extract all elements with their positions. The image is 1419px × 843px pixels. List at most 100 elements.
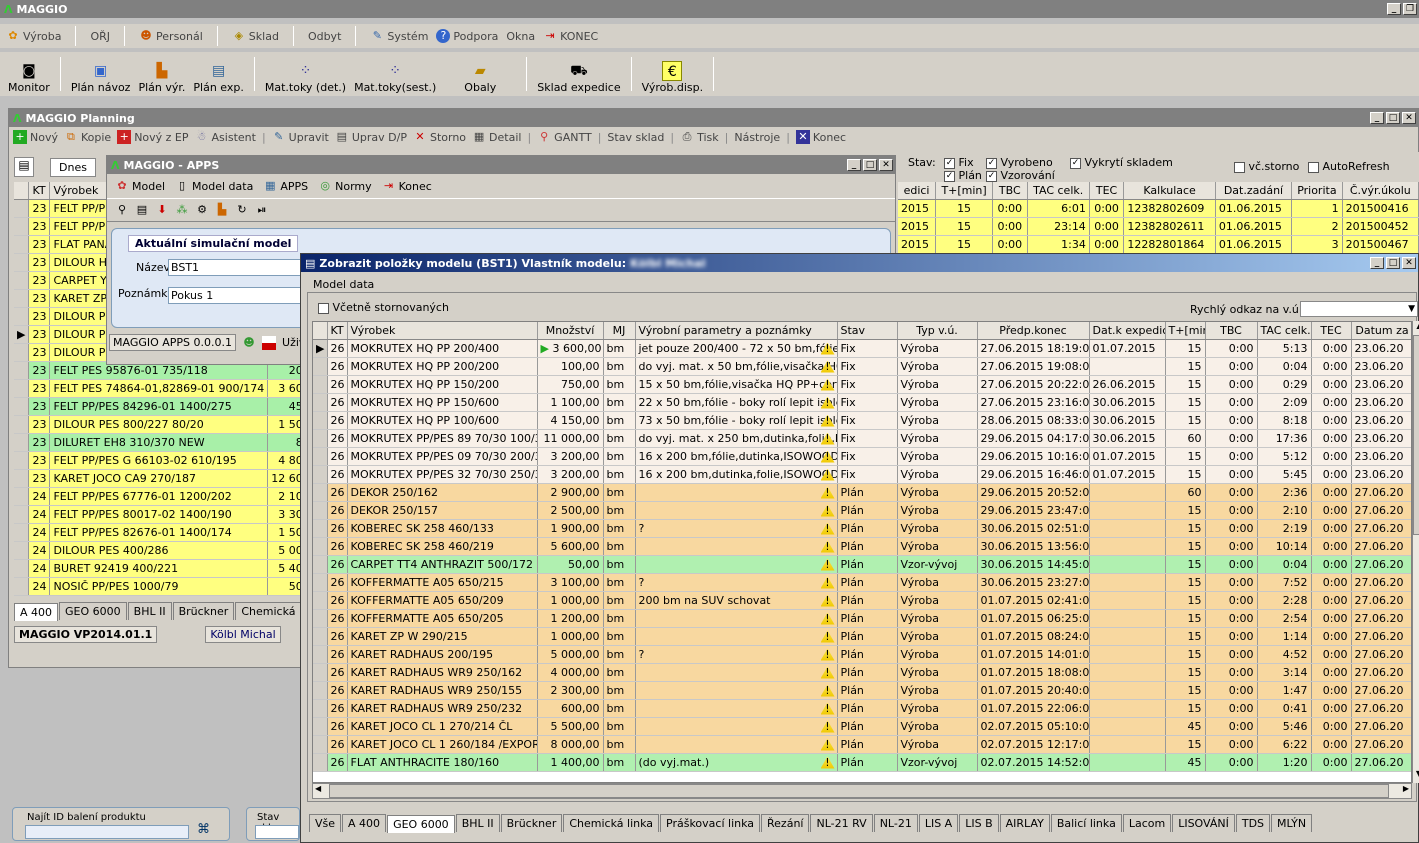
horizontal-scrollbar[interactable]: ◀ ▶ [312,783,1412,799]
fix-filter[interactable]: ✓ Fix [944,156,974,169]
vykryti-filter[interactable]: ✓ Vykrytí skladem [1070,156,1173,169]
tab-line[interactable]: Brückner [500,814,563,832]
table-row[interactable]: 24 FELT PP/PES 80017-02 1400/190 3 300 [14,505,314,524]
tab-line[interactable]: Vše [309,814,342,832]
tab-line[interactable]: BHL II [455,814,500,832]
minimize-button[interactable]: _ [847,159,861,171]
search-icon[interactable]: ⚲ [115,203,129,217]
tab-line[interactable]: Řezání [761,814,810,832]
checkbox[interactable]: ✓ [986,157,997,169]
menu-system[interactable]: ✎ Systém [370,29,429,43]
plan-exp-button[interactable]: ▤ Plán exp. [189,54,247,94]
table-row[interactable]: 2015 15 0:00 6:01 0:00 12382802609 01.06.2015 1… [898,199,1419,218]
print-button[interactable]: ⎙ Tisk [680,130,719,144]
column-header[interactable]: TBC [992,182,1028,200]
table-row[interactable]: 26 MOKRUTEX HQ PP 100/600 4 150,00 bm 73 x 5… [313,411,1411,430]
vzorovani-filter[interactable]: ✓ Vzorování [986,169,1055,182]
storno-button[interactable]: ✕ Storno [413,130,466,144]
table-row[interactable]: 24NOSIČ PP/PES 1000/79500 [14,577,314,596]
column-header[interactable]: Kalkulace [1123,182,1216,200]
checkbox[interactable] [318,302,329,314]
minimize-button[interactable]: _ [1370,112,1384,124]
checkbox[interactable]: ✓ [944,170,955,182]
include-storno-toggle[interactable]: Včetně stornovaných [318,301,449,314]
tab-line[interactable]: GEO 6000 [387,815,455,833]
column-header[interactable]: T+[min] [935,182,994,200]
tab-line[interactable]: MLÝN [1271,814,1313,832]
tab-line[interactable]: GEO 6000 [59,601,127,620]
table-row[interactable]: 26 KARET RADHAUS WR9 250/162 4 000,00 bm! Pl… [313,663,1411,682]
table-row[interactable]: 26 MOKRUTEX PP/PES 89 70/30 100/320 11 000… [313,429,1411,448]
table-row[interactable]: 23 FELT PP/PES G 66103-02 610/195 4 800 [14,451,314,470]
menu-normy[interactable]: ◎ Normy [318,179,371,193]
column-header[interactable]: MJ [603,322,636,340]
play-icon[interactable]: ⏯ [255,203,269,217]
table-row[interactable]: 24 BURET 92419 400/221 5 400 [14,559,314,578]
column-header[interactable]: Množství [537,322,604,340]
note-field[interactable]: Pokus 1 [168,287,308,304]
tab-line[interactable]: LIS B [959,814,999,832]
checkbox[interactable]: ✓ [1070,157,1081,169]
plan-vyr-button[interactable]: ▙ Plán výr. [134,54,189,94]
column-header[interactable]: Priorita [1291,182,1343,200]
column-header[interactable]: KT [28,182,51,200]
table-row[interactable]: 23 FELT PES 74864-01,82869-01 900/174 3 60… [14,379,314,398]
tab-line[interactable]: Chemická linka [563,814,660,832]
table-row[interactable]: 26 CARPET TT4 ANTHRAZIT 500/172 III 1 50,0… [313,555,1411,574]
close-button[interactable]: ✕ [1402,112,1416,124]
mat-toky-sest-button[interactable]: ⁘ Mat.toky(sest.) [350,54,440,94]
menu-odbyt[interactable]: Odbyt [308,30,341,43]
autorefresh-toggle[interactable]: AutoRefresh [1308,160,1390,173]
vertical-scrollbar[interactable]: ▲▼ [1412,321,1419,783]
menu-model-data[interactable]: ▯ Model data [175,179,253,193]
table-row[interactable]: 26 KOFFERMATTE A05 650/205 1 200,00 bm! Plán… [313,609,1411,628]
plan-filter[interactable]: ✓ Plán [944,169,982,182]
edit-dp-button[interactable]: ▤ Uprav D/P [335,130,407,144]
network-icon[interactable]: ⁂ [175,203,189,217]
column-header[interactable]: Stav [837,322,898,340]
menu-sklad[interactable]: ◈ Sklad [232,29,279,43]
menu-konec[interactable]: ⇥ KONEC [543,29,599,43]
table-row[interactable]: 26 KOBEREC SK 258 460/219 5 600,00 bm! Plán V… [313,537,1411,556]
table-row[interactable]: 26 MOKRUTEX HQ PP 200/200 100,00 bm do vyj. … [313,357,1411,376]
checkbox[interactable]: ✓ [944,157,955,169]
menu-vyroba[interactable]: ✿ Výroba [6,29,61,43]
quicklink-input[interactable]: ▼ [1300,301,1418,317]
assistant-button[interactable]: ☃ Asistent [195,130,256,144]
tab-line[interactable]: Brückner [172,601,235,620]
mat-toky-det-button[interactable]: ⁘ Mat.toky (det.) [261,54,350,94]
table-row[interactable]: 26 KOBEREC SK 258 460/133 1 900,00 bm?! Plán… [313,519,1411,538]
tab-line[interactable]: A 400 [14,602,59,621]
table-row[interactable]: 2015 15 0:00 1:34 0:00 12282801864 01.06.2015 3… [898,235,1419,254]
table-row[interactable]: 23FELT PP/PES 84296-01 1400/275450 [14,397,314,416]
maximize-button[interactable]: □ [863,159,877,171]
minimize-button[interactable]: _ [1370,257,1384,269]
table-row[interactable]: 26 MOKRUTEX PP/PES 32 70/30 250/325 3 200,… [313,465,1411,484]
vyrobeno-filter[interactable]: ✓ Vyrobeno [986,156,1053,169]
table-row[interactable]: ▶ 26 MOKRUTEX HQ PP 200/400 ▶ 3 600,00 bm jet… [313,339,1411,358]
bar-chart-icon[interactable]: ▙ [215,203,229,217]
checkbox[interactable] [1234,161,1245,173]
close-planning-button[interactable]: ✕ Konec [795,130,846,144]
grid-icon[interactable]: ▤ [14,157,34,177]
table-row[interactable]: 24 DILOUR PES 400/286 5 000 [14,541,314,560]
maximize-button[interactable]: □ [1386,257,1400,269]
monitor-button[interactable]: ◙ Monitor [4,54,54,94]
table-row[interactable]: 26 KOFFERMATTE A05 650/209 1 000,00 bm 200 b… [313,591,1411,610]
tab-line[interactable]: A 400 [342,814,387,832]
list-icon[interactable]: ▤ [135,203,149,217]
column-header[interactable]: Dat.k expedici [1089,322,1166,340]
column-header[interactable]: Dat.zadání [1215,182,1293,200]
table-row[interactable]: 26 KARET RADHAUS WR9 250/155 2 300,00 bm! Pl… [313,681,1411,700]
table-row[interactable]: 26 KARET RADHAUS 200/195 5 000,00 bm?! Plán V… [313,645,1411,664]
column-header[interactable]: TAC celk. [1257,322,1312,340]
find-input[interactable] [25,825,189,839]
copy-button[interactable]: ⧉ Kopie [64,130,111,144]
column-header[interactable]: TBC [1205,322,1258,340]
today-button[interactable]: Dnes [50,157,96,177]
maximize-button[interactable]: □ [1386,112,1400,124]
column-header[interactable]: TEC [1089,182,1125,200]
sklad-expedice-button[interactable]: ⛟ Sklad expedice [533,54,624,94]
table-row[interactable]: 26 MOKRUTEX PP/PES 09 70/30 200/325 3 200,… [313,447,1411,466]
column-header[interactable]: Výrobek [347,322,538,340]
